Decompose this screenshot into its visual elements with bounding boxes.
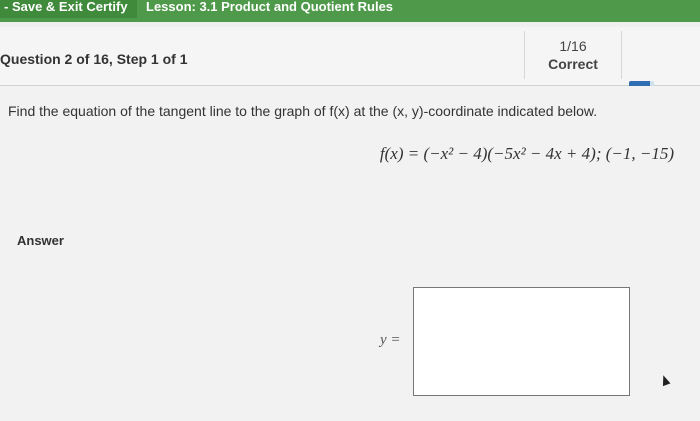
y-equals-label: y = <box>380 332 401 348</box>
function-equation: f(x) = (−x² − 4)(−5x² − 4x + 4); (−1, −1… <box>379 144 674 163</box>
question-prompt: Find the equation of the tangent line to… <box>8 103 598 119</box>
top-nav-bar: - Save & Exit Certify Lesson: 3.1 Produc… <box>0 0 700 22</box>
mouse-cursor-icon <box>659 373 671 387</box>
lesson-title: Lesson: 3.1 Product and Quotient Rules <box>146 0 394 14</box>
save-exit-button[interactable]: - Save & Exit Certify <box>0 0 137 18</box>
answer-input[interactable] <box>413 287 630 396</box>
question-header: Question 2 of 16, Step 1 of 1 1/16 Corre… <box>0 27 700 89</box>
question-body: Find the equation of the tangent line to… <box>0 86 700 421</box>
score-fraction: 1/16 <box>559 38 587 54</box>
question-label: Question 2 of 16, Step 1 of 1 <box>0 51 188 67</box>
score-panel: 1/16 Correct <box>524 31 622 79</box>
score-status: Correct <box>548 56 598 72</box>
answer-label: Answer <box>17 233 64 248</box>
